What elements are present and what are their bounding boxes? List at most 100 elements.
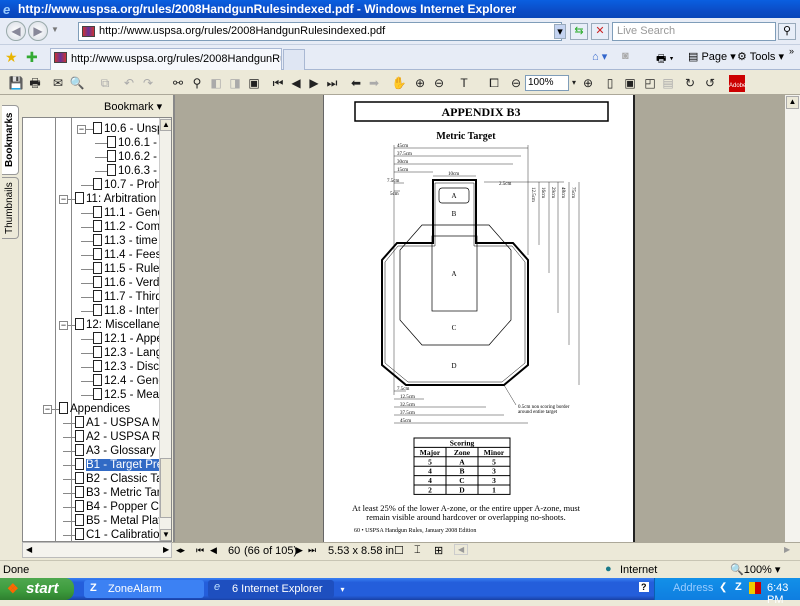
next-page-button[interactable]: ▶ xyxy=(296,545,303,556)
first-page-icon[interactable]: ⏮ xyxy=(270,75,286,91)
expand-tray-icon[interactable]: ❮ xyxy=(719,582,727,593)
stop-button[interactable]: ✕ xyxy=(591,23,609,40)
page-menu[interactable]: ▤ Page ▾ xyxy=(688,50,736,63)
bookmark-item[interactable]: 12.3 - Langu xyxy=(93,346,169,360)
bookmark-item[interactable]: 11: Arbitration & xyxy=(75,192,167,206)
single-page-icon[interactable]: ☐ xyxy=(394,544,404,557)
more-commands-button[interactable]: » xyxy=(789,46,794,56)
zonealarm-tray-icon[interactable]: Z xyxy=(735,581,742,593)
bookmark-options-menu[interactable]: Bookmark ▾ xyxy=(104,100,162,113)
taskbar-internet-explorer[interactable]: e 6 Internet Explorer ▾ xyxy=(208,580,345,598)
bookmark-item[interactable]: 11.3 - time L xyxy=(93,234,167,248)
bookmark-item[interactable]: 12.5 - Meas xyxy=(93,388,165,402)
search-document-icon[interactable]: 🔍 xyxy=(69,75,85,91)
scroll-left-icon[interactable]: ◀ xyxy=(454,544,469,555)
bookmark-item[interactable]: 11.7 - Third xyxy=(93,290,162,304)
bookmark-item[interactable]: 11.8 - Interp xyxy=(93,304,165,318)
page-number-input[interactable]: 60 xyxy=(228,545,240,557)
previous-page-button[interactable]: ◀ xyxy=(210,545,217,556)
bookmark-item[interactable]: Appendices xyxy=(59,402,130,416)
bookmark-item[interactable]: B3 - Metric Targ xyxy=(75,486,167,500)
split-icon[interactable]: ◂▸ xyxy=(176,545,185,556)
redo-icon[interactable]: ↷ xyxy=(140,75,156,91)
bookmark-item[interactable]: 12.1 - Apper xyxy=(93,332,167,346)
tray-app-icon[interactable] xyxy=(749,582,761,594)
snapshot-icon[interactable]: ⧠ xyxy=(486,75,502,91)
document-scrollbar[interactable]: ▲ xyxy=(785,95,800,542)
show-hide-panel-icon[interactable]: ▣ xyxy=(246,75,262,91)
bookmark-item[interactable]: 11.2 - Comp xyxy=(93,220,166,234)
scroll-down-icon[interactable]: ▼ xyxy=(160,529,171,541)
find-icon[interactable]: ⚯ xyxy=(170,75,186,91)
bookmark-item[interactable]: A1 - USPSA Ma xyxy=(75,416,168,430)
fit-page-icon[interactable]: ▣ xyxy=(622,75,638,91)
last-page-button[interactable]: ⏭ xyxy=(308,545,316,556)
bookmark-item[interactable]: A3 - Glossary xyxy=(75,444,156,458)
collapse-toggle[interactable]: − xyxy=(43,405,52,414)
save-icon[interactable]: 💾 xyxy=(8,75,24,91)
start-button[interactable]: ❖ start xyxy=(0,578,74,600)
adobe-logo-icon[interactable]: Adobe xyxy=(729,75,746,92)
last-page-icon[interactable]: ⏭ xyxy=(324,75,340,91)
copy-icon[interactable]: ⧉ xyxy=(97,75,113,91)
fit-width-icon[interactable]: ◰ xyxy=(642,75,658,91)
new-tab-button[interactable] xyxy=(283,49,305,70)
scroll-up-icon[interactable]: ▲ xyxy=(786,96,799,109)
favorites-star-icon[interactable]: ★ xyxy=(5,49,18,66)
collapse-toggle[interactable]: − xyxy=(59,195,68,204)
zoom-in-tool-icon[interactable]: ⊕ xyxy=(412,75,428,91)
bookmark-item[interactable]: B1 - Target Pres xyxy=(75,458,169,472)
email-icon[interactable]: ✉ xyxy=(50,75,66,91)
zoom-out-tool-icon[interactable]: ⊖ xyxy=(431,75,447,91)
zoom-level-input[interactable]: 100% xyxy=(525,75,569,91)
search-person-icon[interactable]: ⚲ xyxy=(189,75,205,91)
hand-tool-icon[interactable]: ✋ xyxy=(391,75,407,91)
bookmark-item[interactable]: B2 - Classic Ta xyxy=(75,472,162,486)
search-button[interactable]: ⚲ xyxy=(778,23,796,40)
select-text-icon[interactable]: T xyxy=(456,75,472,91)
next-page-icon[interactable]: ▶ xyxy=(306,75,322,91)
collapse-toggle[interactable]: − xyxy=(77,125,86,134)
bookmark-item[interactable]: C1 - Calibration xyxy=(75,528,166,541)
help-icon[interactable]: ? xyxy=(639,582,649,592)
bookmark-item[interactable]: 11.6 - Verdic xyxy=(93,276,168,290)
next-view-doc-icon[interactable]: ◨ xyxy=(227,75,243,91)
refresh-button[interactable]: ⇆ xyxy=(570,23,588,40)
zoom-in-icon[interactable]: ⊕ xyxy=(580,75,596,91)
collapse-toggle[interactable]: − xyxy=(59,321,68,330)
bookmark-item[interactable]: B5 - Metal Plate xyxy=(75,514,168,528)
history-dropdown-icon[interactable]: ▼ xyxy=(51,25,59,34)
bookmark-item[interactable]: 11.4 - Fees xyxy=(93,248,161,262)
bookmark-item[interactable]: 12.3 - Discla xyxy=(93,360,168,374)
bookmark-item[interactable]: 10.6.3 - I xyxy=(107,164,163,178)
back-button[interactable]: ◀ xyxy=(6,21,26,41)
bookmark-hscrollbar[interactable]: ◀ ▶ xyxy=(22,542,172,558)
taskbar-zonealarm[interactable]: Z ZoneAlarm xyxy=(84,580,204,598)
scrollbar-thumb[interactable] xyxy=(160,458,171,518)
add-favorite-icon[interactable]: ✚ xyxy=(26,49,38,66)
scroll-right-icon[interactable]: ▶ xyxy=(163,545,169,554)
thumbnails-tab[interactable]: Thumbnails xyxy=(2,177,19,239)
address-toolbar-label[interactable]: Address xyxy=(673,582,713,594)
feeds-icon[interactable]: ◙ xyxy=(622,50,629,62)
search-input[interactable]: Live Search xyxy=(612,22,776,41)
zoom-status[interactable]: 🔍100% ▾ xyxy=(730,563,780,576)
rotate-clockwise-icon[interactable]: ↻ xyxy=(682,75,698,91)
scroll-right-icon[interactable]: ▶ xyxy=(784,545,790,554)
scroll-left-icon[interactable]: ◀ xyxy=(26,545,32,554)
facing-icon[interactable]: ⊞ xyxy=(434,544,443,557)
address-dropdown-button[interactable]: ▾ xyxy=(554,24,566,39)
rotate-counterclockwise-icon[interactable]: ↺ xyxy=(702,75,718,91)
bookmark-item[interactable]: 11.5 - Rules xyxy=(93,262,165,276)
forward-button[interactable]: ▶ xyxy=(28,21,48,41)
bookmarks-tab[interactable]: Bookmarks xyxy=(2,105,19,175)
bookmark-item[interactable]: 11.1 - Gener xyxy=(93,206,168,220)
undo-icon[interactable]: ↶ xyxy=(121,75,137,91)
first-page-button[interactable]: ⏮ xyxy=(196,545,204,556)
next-view-icon[interactable]: ➡ xyxy=(366,75,382,91)
address-input[interactable]: http://www.uspsa.org/rules/2008HandgunRu… xyxy=(78,22,562,41)
bookmark-item[interactable]: A2 - USPSA Re xyxy=(75,430,167,444)
tools-menu[interactable]: ⚙ Tools ▾ xyxy=(737,50,784,63)
zoom-out-icon[interactable]: ⊖ xyxy=(508,75,524,91)
bookmark-item[interactable]: B4 - Popper Ca xyxy=(75,500,165,514)
